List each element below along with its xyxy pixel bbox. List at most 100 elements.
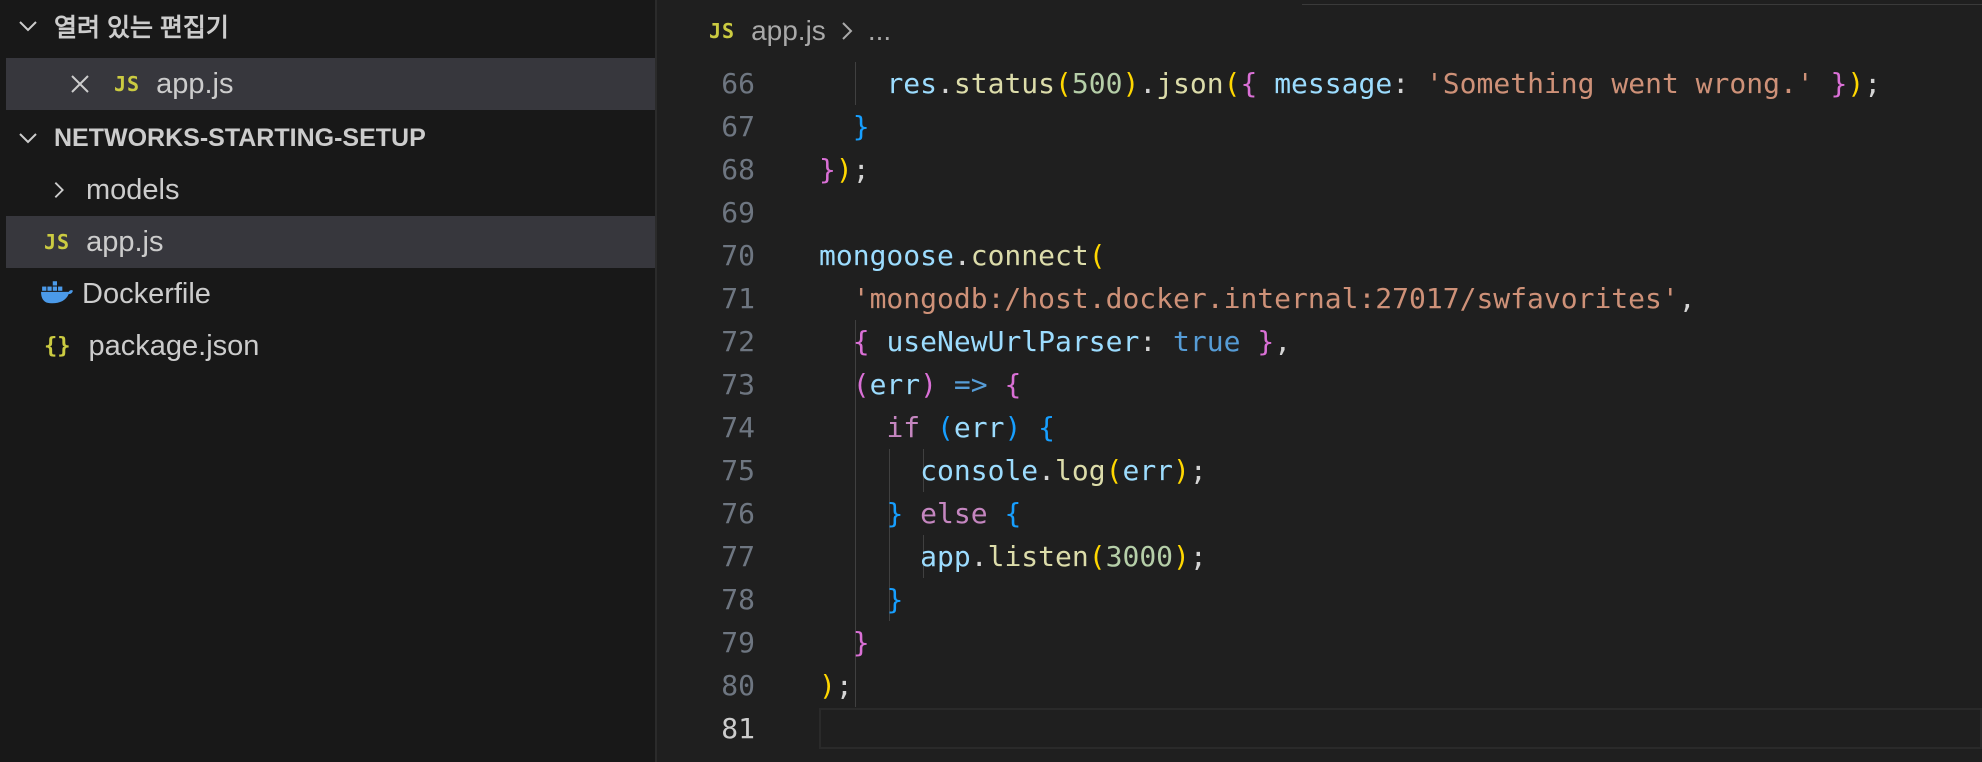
code-token: ) <box>920 368 938 401</box>
code-line[interactable]: 70 mongoose.connect( <box>657 234 1982 277</box>
chevron-right-icon <box>54 182 64 198</box>
code-line[interactable]: 67 } <box>657 105 1982 148</box>
code-token: . <box>970 540 988 573</box>
code-token: ( <box>1105 454 1123 487</box>
code-token: , <box>1274 325 1292 358</box>
js-file-icon: JS <box>44 230 71 254</box>
line-code: } <box>819 583 903 616</box>
code-area[interactable]: 66 res.status(500).json({ message: 'Some… <box>657 62 1982 762</box>
open-editor-label: app.js <box>156 67 234 100</box>
code-line[interactable]: 77 app.listen(3000); <box>657 535 1982 578</box>
code-token: : <box>1392 67 1426 100</box>
code-token: ( <box>1088 540 1106 573</box>
code-token: { <box>1004 497 1022 530</box>
tree-item-models[interactable]: models <box>6 164 655 216</box>
line-code: console.log(err); <box>819 454 1207 487</box>
code-token: . <box>1139 67 1157 100</box>
code-line[interactable]: 73 (err) => { <box>657 363 1982 406</box>
code-token: err <box>1122 454 1174 487</box>
line-number: 66 <box>721 67 755 100</box>
line-code: } <box>819 626 870 659</box>
tree-item-label: models <box>86 173 180 206</box>
code-line[interactable]: 69 <box>657 191 1982 234</box>
code-token: ) <box>1004 411 1022 444</box>
line-code: ); <box>819 669 853 702</box>
code-token: { <box>852 325 870 358</box>
breadcrumb: JS app.js ... <box>657 0 1982 62</box>
code-token: } <box>886 497 904 530</box>
code-line[interactable]: 81 <box>657 707 1982 750</box>
line-number: 75 <box>721 454 755 487</box>
code-token: else <box>920 497 988 530</box>
code-line[interactable]: 71 'mongodb:/host.docker.internal:27017/… <box>657 277 1982 320</box>
code-token: ; <box>852 153 870 186</box>
explorer-sidebar: 열려 있는 편집기 JS app.js NETWORKS-STARTING-SE… <box>0 0 657 762</box>
code-token: } <box>852 626 870 659</box>
code-line[interactable]: 76 } else { <box>657 492 1982 535</box>
code-line[interactable]: 68}); <box>657 148 1982 191</box>
line-number: 76 <box>721 497 755 530</box>
breadcrumb-file[interactable]: app.js <box>751 15 826 47</box>
code-editor[interactable]: JS app.js ... 66 res.status(500).json({ … <box>657 0 1982 762</box>
tree-item-dockerfile[interactable]: Dockerfile <box>6 268 655 320</box>
code-line[interactable]: 80); <box>657 664 1982 707</box>
line-code: }); <box>819 153 870 186</box>
code-token: ( <box>1223 67 1241 100</box>
code-token: . <box>1038 454 1056 487</box>
code-token: } <box>1830 67 1848 100</box>
code-token: => <box>953 368 988 401</box>
close-icon[interactable] <box>68 72 92 96</box>
project-folder-header[interactable]: NETWORKS-STARTING-SETUP <box>0 116 655 160</box>
code-token: true <box>1173 325 1241 358</box>
line-code: 'mongodb:/host.docker.internal:27017/swf… <box>819 282 1696 315</box>
code-token: ) <box>1847 67 1865 100</box>
chevron-down-icon <box>19 133 37 144</box>
code-line[interactable]: 74 if (err) { <box>657 406 1982 449</box>
tree-item-package-json[interactable]: {} package.json <box>6 320 655 372</box>
js-file-icon: JS <box>114 72 141 96</box>
code-token: 'Something went wrong.' <box>1425 67 1814 100</box>
line-code: app.listen(3000); <box>819 540 1207 573</box>
code-line[interactable]: 79 } <box>657 621 1982 664</box>
code-token: err <box>869 368 921 401</box>
line-number: 73 <box>721 368 755 401</box>
breadcrumb-symbol[interactable]: ... <box>868 15 891 47</box>
line-number: 72 <box>721 325 755 358</box>
code-token: ( <box>937 411 954 444</box>
code-token: message <box>1274 67 1393 100</box>
tree-item-label: Dockerfile <box>82 277 211 310</box>
tree-item-app-js[interactable]: JS app.js <box>6 216 655 268</box>
code-token: ) <box>1173 454 1190 487</box>
code-token: } <box>852 110 870 143</box>
code-line[interactable]: 78 } <box>657 578 1982 621</box>
current-line-highlight <box>819 708 1982 749</box>
code-line[interactable]: 66 res.status(500).json({ message: 'Some… <box>657 62 1982 105</box>
line-number: 67 <box>721 110 755 143</box>
open-editor-item-app-js[interactable]: JS app.js <box>6 58 655 110</box>
tree-item-label: app.js <box>86 225 164 258</box>
code-token: { <box>1240 67 1258 100</box>
open-editors-header[interactable]: 열려 있는 편집기 <box>0 4 655 48</box>
code-token: 500 <box>1071 67 1123 100</box>
code-token: } <box>1257 325 1275 358</box>
code-token: mongoose <box>819 239 954 272</box>
code-token: 'mongodb:/host.docker.internal:27017/swf… <box>852 282 1679 315</box>
code-line[interactable]: 72 { useNewUrlParser: true }, <box>657 320 1982 363</box>
code-line[interactable]: 75 console.log(err); <box>657 449 1982 492</box>
line-code: if (err) { <box>819 411 1055 444</box>
code-token: if <box>886 411 921 444</box>
code-token: ) <box>835 153 853 186</box>
code-token: err <box>953 411 1005 444</box>
open-editors-title: 열려 있는 편집기 <box>54 14 229 42</box>
code-token: ( <box>852 368 870 401</box>
